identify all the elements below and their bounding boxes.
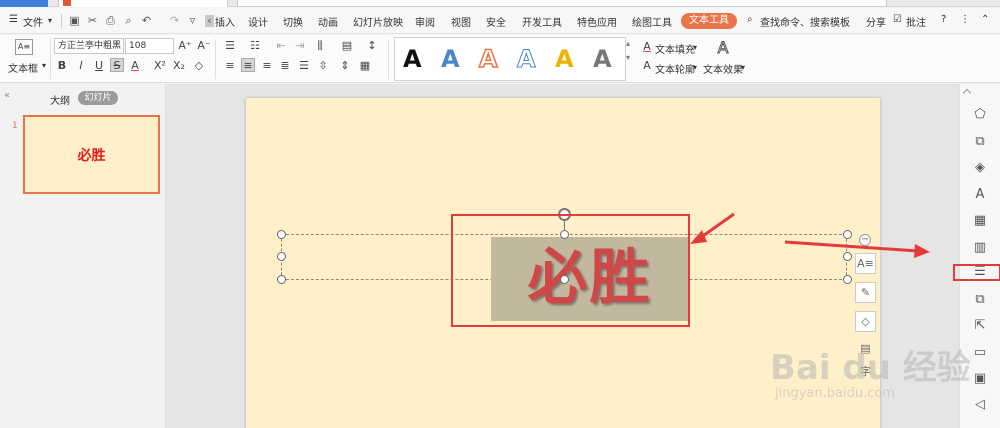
arrow-to-sidebar xyxy=(784,240,919,253)
arrow-head-right xyxy=(914,244,930,258)
watermark-brand: Bai du 经验 xyxy=(770,348,971,388)
arrow-to-text xyxy=(699,212,735,240)
baidu-watermark: Bai du 经验 jingyan.baidu.com xyxy=(770,340,980,420)
watermark-url: jingyan.baidu.com xyxy=(775,386,895,401)
arrow-head-left xyxy=(690,230,707,244)
